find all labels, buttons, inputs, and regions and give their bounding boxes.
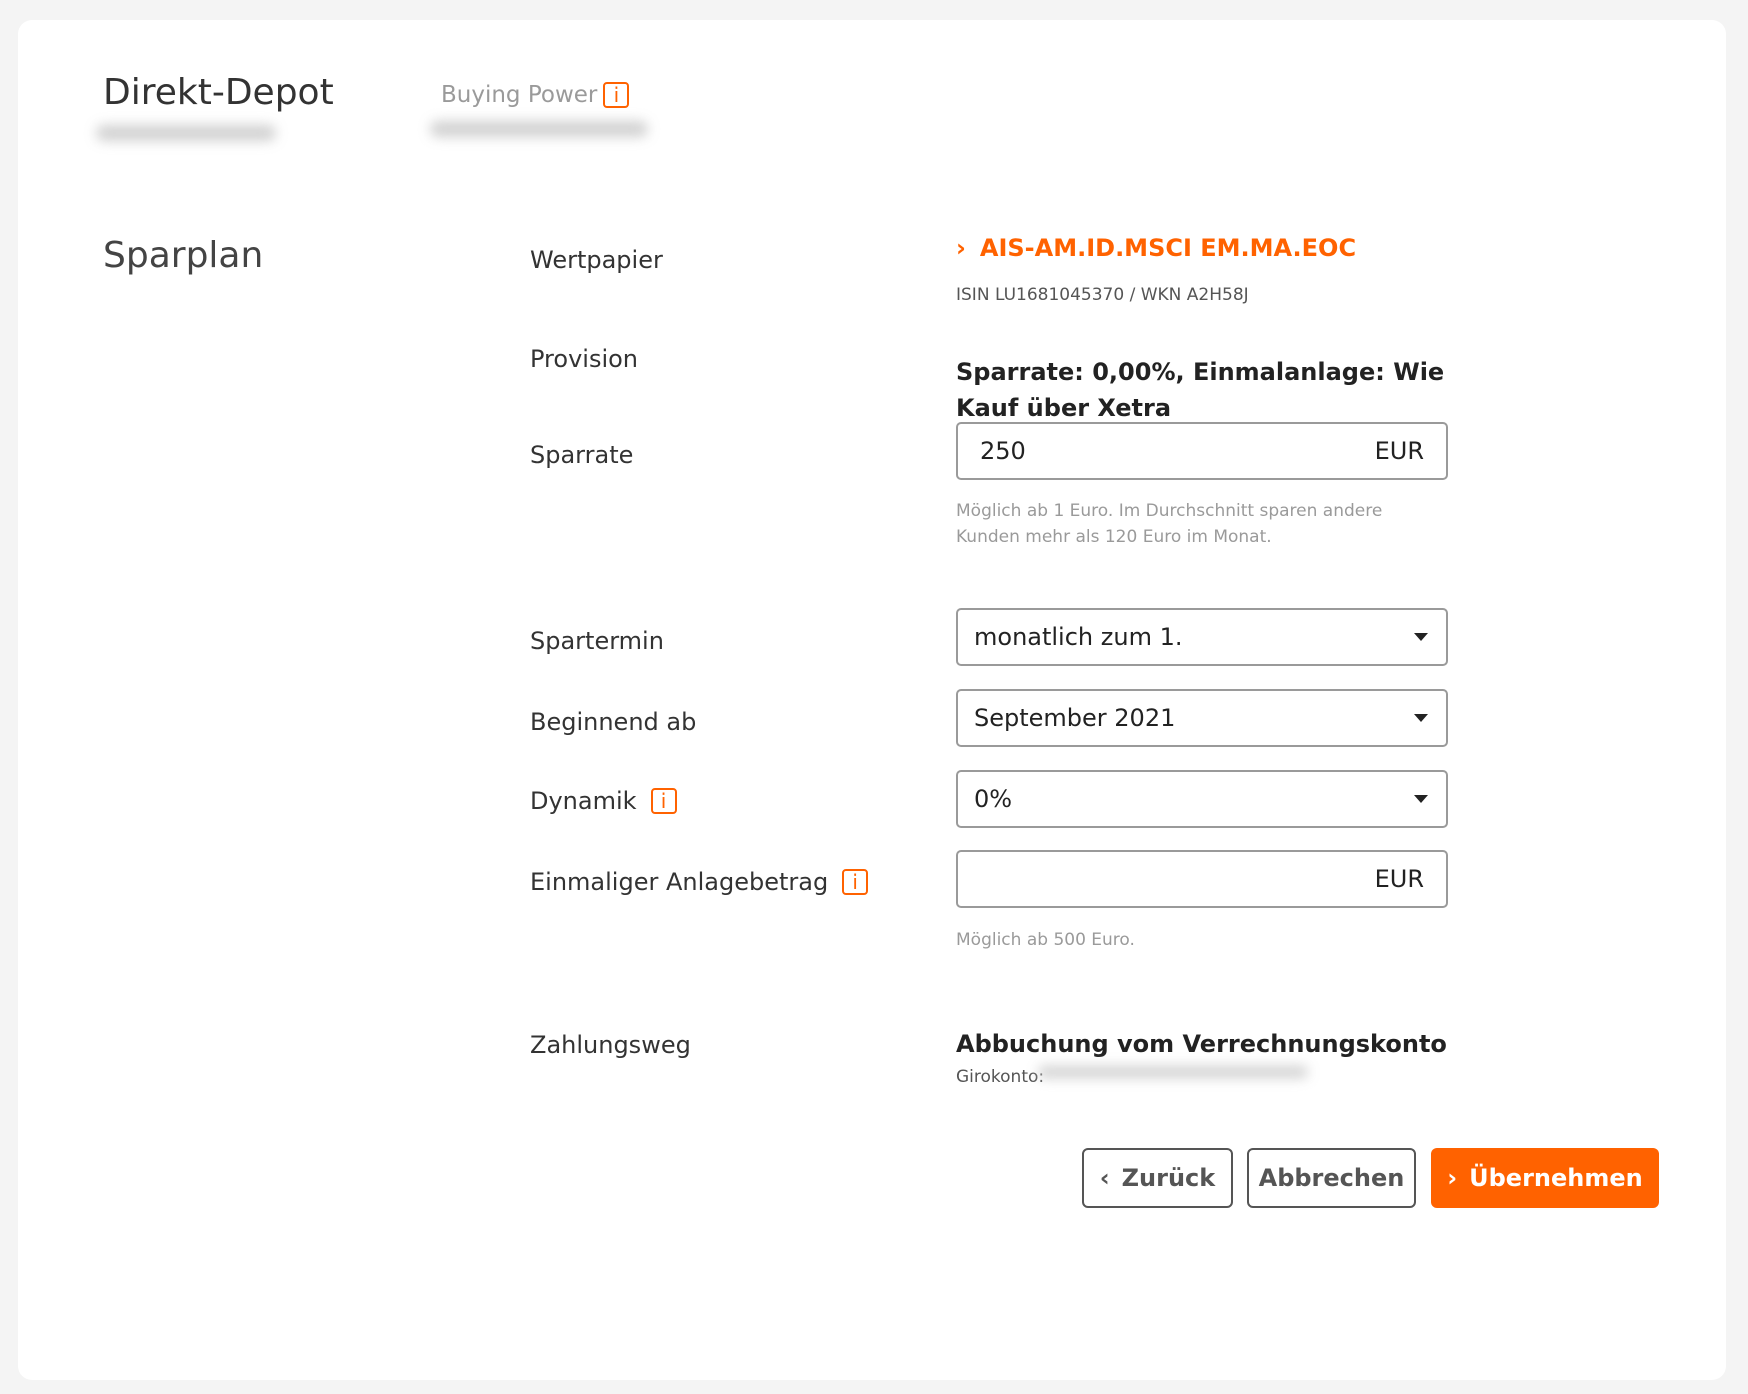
- spartermin-label: Spartermin: [530, 627, 664, 655]
- cancel-button[interactable]: Abbrechen: [1247, 1148, 1416, 1208]
- sparrate-hint: Möglich ab 1 Euro. Im Durchschnitt spare…: [956, 501, 1383, 547]
- start-date-selected: September 2021: [974, 704, 1176, 732]
- provision-label: Provision: [530, 345, 638, 373]
- buying-power-label: Buying Power: [441, 82, 598, 108]
- security-link[interactable]: › AIS-AM.ID.MSCI EM.MA.EOC: [956, 234, 1356, 262]
- info-icon[interactable]: i: [603, 82, 630, 108]
- start-date-label: Beginnend ab: [530, 708, 696, 736]
- back-button-label: Zurück: [1121, 1164, 1216, 1192]
- sparrate-label-text: Sparrate: [530, 441, 634, 469]
- submit-button-label: Übernehmen: [1469, 1164, 1643, 1192]
- chevron-right-icon: ›: [1447, 1164, 1458, 1192]
- cancel-button-label: Abbrechen: [1258, 1164, 1405, 1192]
- redacted-account-number: [1038, 1066, 1308, 1078]
- sparrate-label: Sparrate: [530, 441, 633, 469]
- spartermin-select[interactable]: monatlich zum 1.: [956, 608, 1448, 666]
- provision-value: Sparrate: 0,00%, Einmalanlage: Wie Kauf …: [956, 358, 1445, 422]
- redacted-depot-number: [96, 125, 276, 141]
- one-time-amount-label-text: Einmaliger Anlagebetrag: [530, 868, 829, 896]
- sparrate-value: 250: [980, 437, 1026, 465]
- girokonto-label: Girokonto:: [956, 1067, 1045, 1087]
- one-time-amount-input[interactable]: EUR: [956, 850, 1448, 908]
- buying-power: Buying Power i: [441, 82, 630, 108]
- security-isin-wkn: ISIN LU1681045370 / WKN A2H58J: [956, 285, 1249, 305]
- security-label: Wertpapier: [530, 246, 663, 274]
- provision-label-text: Provision: [530, 345, 639, 373]
- security-label-text: Wertpapier: [530, 246, 663, 274]
- one-time-amount-hint: Möglich ab 500 Euro.: [956, 930, 1135, 950]
- one-time-amount-currency: EUR: [1374, 865, 1424, 893]
- caret-down-icon: [1414, 633, 1428, 641]
- start-date-select[interactable]: September 2021: [956, 689, 1448, 747]
- info-icon[interactable]: i: [650, 788, 677, 814]
- chevron-left-icon: ‹: [1099, 1164, 1110, 1192]
- start-date-label-text: Beginnend ab: [530, 708, 697, 736]
- redacted-buying-power-value: [430, 121, 648, 137]
- caret-down-icon: [1414, 795, 1428, 803]
- sparplan-card: Direkt-Depot Buying Power i Sparplan Wer…: [18, 20, 1726, 1380]
- payment-method-value: Abbuchung vom Verrechnungskonto: [956, 1030, 1447, 1058]
- dynamik-selected: 0%: [974, 785, 1013, 813]
- dynamik-label-text: Dynamik: [530, 787, 637, 815]
- spartermin-selected: monatlich zum 1.: [974, 623, 1183, 651]
- dynamik-label: Dynamik i: [530, 787, 677, 815]
- one-time-amount-label: Einmaliger Anlagebetrag i: [530, 868, 869, 896]
- sparrate-currency: EUR: [1374, 437, 1424, 465]
- caret-down-icon: [1414, 714, 1428, 722]
- section-title: Sparplan: [103, 235, 264, 276]
- depot-title: Direkt-Depot: [103, 72, 334, 113]
- security-name: AIS-AM.ID.MSCI EM.MA.EOC: [979, 234, 1357, 262]
- payment-method-label: Zahlungsweg: [530, 1031, 691, 1059]
- submit-button[interactable]: › Übernehmen: [1431, 1148, 1659, 1208]
- dynamik-select[interactable]: 0%: [956, 770, 1448, 828]
- back-button[interactable]: ‹ Zurück: [1082, 1148, 1233, 1208]
- sparrate-input[interactable]: 250 EUR: [956, 422, 1448, 480]
- info-icon[interactable]: i: [842, 869, 869, 895]
- chevron-right-icon: ›: [956, 234, 966, 262]
- spartermin-label-text: Spartermin: [530, 627, 664, 655]
- payment-method-label-text: Zahlungsweg: [530, 1031, 691, 1059]
